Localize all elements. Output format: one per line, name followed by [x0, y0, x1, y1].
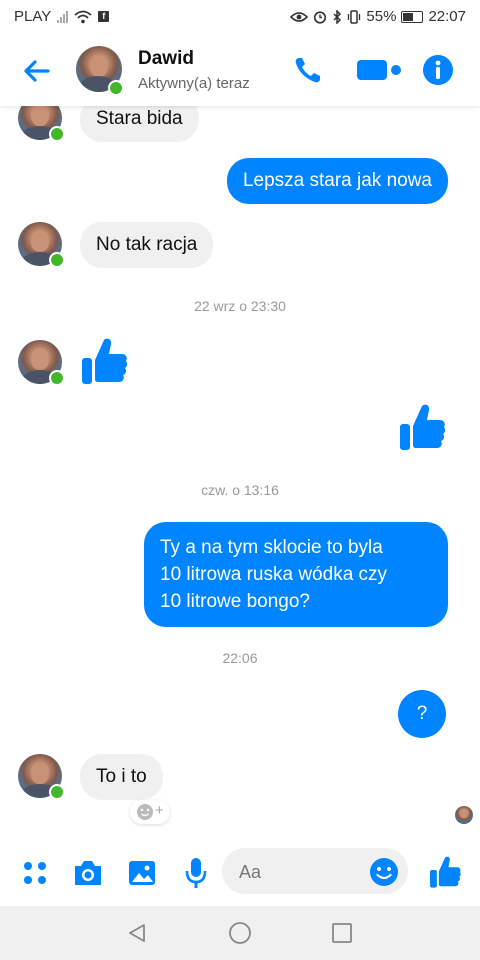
- message-line: Ty a na tym sklocie to byla: [160, 537, 383, 558]
- thumbs-up-icon[interactable]: [80, 336, 128, 386]
- message-line: 10 litrowe bongo?: [160, 591, 310, 612]
- back-arrow-icon[interactable]: [20, 54, 54, 88]
- outgoing-message[interactable]: ?: [398, 690, 446, 738]
- incoming-message[interactable]: To i to: [80, 754, 163, 800]
- video-camera-icon[interactable]: [356, 56, 408, 84]
- apps-icon[interactable]: [22, 860, 48, 886]
- seen-avatar: [455, 806, 473, 824]
- camera-icon[interactable]: [72, 858, 104, 888]
- send-like-icon[interactable]: [428, 855, 462, 889]
- nav-back-icon[interactable]: [126, 922, 148, 944]
- clock-time: 22:07: [428, 8, 466, 25]
- emoji-icon[interactable]: [369, 857, 399, 887]
- plus-icon: +: [155, 802, 164, 819]
- carrier-label: PLAY: [14, 8, 52, 25]
- message-input-placeholder: Aa: [239, 862, 262, 882]
- system-nav-bar: [0, 906, 480, 960]
- online-indicator: [49, 252, 65, 268]
- alarm-icon: [314, 10, 327, 24]
- message-timestamp: 22:06: [222, 650, 258, 666]
- add-reaction-icon: [137, 804, 153, 820]
- microphone-icon[interactable]: [184, 856, 208, 890]
- nav-home-icon[interactable]: [228, 921, 252, 945]
- message-line: 10 litrowa ruska wódka czy: [160, 564, 388, 585]
- facebook-notification-icon: f: [98, 11, 110, 22]
- online-indicator: [49, 370, 65, 386]
- contact-name[interactable]: Dawid: [138, 48, 194, 70]
- message-timestamp: czw. o 13:16: [201, 482, 279, 498]
- status-left: PLAY f: [14, 8, 110, 25]
- bluetooth-icon: [333, 9, 342, 24]
- battery-icon: [401, 10, 424, 23]
- outgoing-message[interactable]: Lepsza stara jak nowa: [226, 158, 448, 204]
- incoming-message[interactable]: No tak racja: [80, 222, 214, 268]
- signal-icon: [57, 10, 69, 23]
- info-icon[interactable]: [422, 54, 454, 86]
- phone-icon[interactable]: [292, 54, 324, 86]
- nav-recents-icon[interactable]: [331, 922, 353, 944]
- gallery-icon[interactable]: [127, 858, 157, 888]
- conversation-header: Dawid Aktywny(a) teraz: [0, 34, 480, 106]
- message-timestamp: 22 wrz o 23:30: [194, 298, 286, 314]
- online-indicator: [108, 80, 124, 96]
- add-reaction-button[interactable]: +: [130, 800, 170, 824]
- online-indicator: [49, 784, 65, 800]
- vibrate-icon: [348, 9, 361, 24]
- status-right: 55% 22:07: [290, 8, 466, 25]
- battery-percent: 55%: [366, 8, 397, 25]
- online-indicator: [49, 126, 65, 142]
- outgoing-message[interactable]: Ty a na tym sklocie to byla 10 litrowa r…: [144, 522, 448, 627]
- thumbs-up-icon[interactable]: [398, 402, 446, 452]
- eye-icon: [290, 11, 309, 22]
- status-bar: PLAY f 55% 22:07: [0, 0, 480, 34]
- contact-status: Aktywny(a) teraz: [138, 75, 250, 92]
- wifi-icon: [74, 10, 92, 23]
